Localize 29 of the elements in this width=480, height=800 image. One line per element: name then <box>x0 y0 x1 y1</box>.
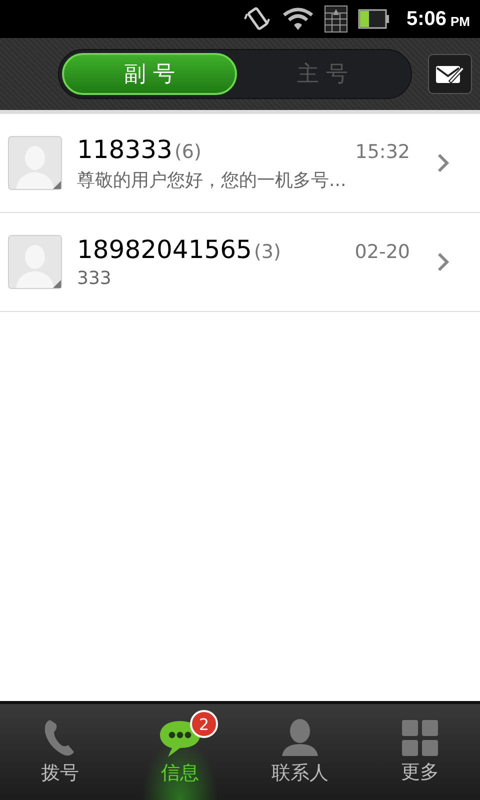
message-preview: 尊敬的用户您好，您的一机多号... <box>77 168 348 192</box>
status-time: 5:06 <box>406 8 446 30</box>
contact-number: 18982041565 <box>77 235 252 264</box>
status-ampm: PM <box>450 14 470 28</box>
nav-tab[interactable]: 更多 <box>360 704 480 800</box>
wifi-icon <box>282 6 314 32</box>
message-time: 15:32 <box>355 140 410 162</box>
person-icon <box>280 718 320 758</box>
message-preview: 333 <box>77 268 112 289</box>
avatar-icon <box>8 235 62 289</box>
nav-tab[interactable]: 拨号 <box>0 704 120 800</box>
compose-button[interactable] <box>428 54 472 94</box>
message-count: (3) <box>254 241 281 263</box>
message-count: (6) <box>174 140 202 162</box>
nav-tab[interactable]: 联系人 <box>240 704 360 800</box>
message-time: 02-20 <box>354 241 410 263</box>
vibrate-icon <box>244 6 272 32</box>
signal-icon <box>324 5 348 33</box>
grid-icon <box>401 719 439 757</box>
unread-badge: 2 <box>190 710 218 738</box>
conversation-row[interactable]: 18982041565(3) 02-20 333 <box>0 213 480 312</box>
chevron-right-icon <box>436 152 450 174</box>
conversation-row[interactable]: 118333(6) 15:32 尊敬的用户您好，您的一机多号... <box>0 114 480 213</box>
battery-icon <box>358 9 390 29</box>
chevron-right-icon <box>436 251 450 273</box>
envelope-pen-icon <box>435 63 465 85</box>
segment-tab[interactable]: 副 号 <box>62 53 237 95</box>
contact-number: 118333 <box>77 134 172 164</box>
avatar-icon <box>8 136 62 190</box>
